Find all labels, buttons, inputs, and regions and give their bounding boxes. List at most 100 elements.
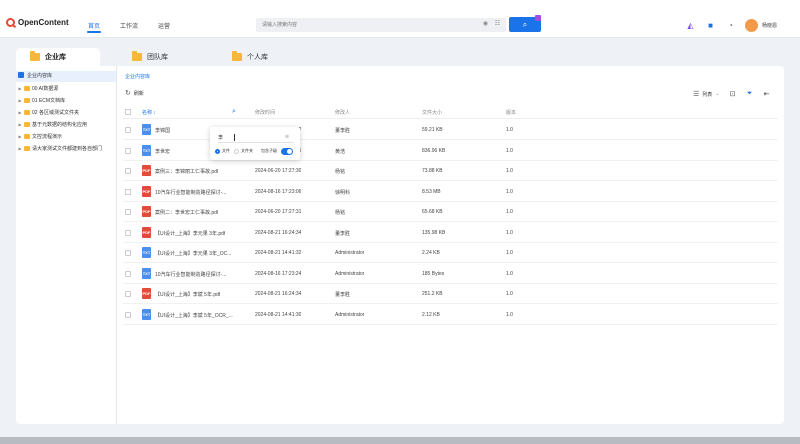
folder-icon bbox=[24, 146, 30, 151]
brand-logo[interactable]: OpenContent bbox=[6, 18, 69, 27]
folder-icon bbox=[132, 51, 142, 61]
caret-right-icon[interactable]: ▶ bbox=[16, 131, 24, 142]
table-row[interactable]: PDF 案例三：李锦丽工仁事故.pdf 2024-06-20 17:27:30 杨铭 7… bbox=[123, 161, 778, 181]
file-name[interactable]: 【UI设计_上海】李斌 5年_OCR_... bbox=[155, 312, 233, 319]
file-name[interactable]: 10汽车行业智能制造路径探讨-... bbox=[155, 189, 226, 196]
radio-folder-label[interactable]: 文件夹 bbox=[241, 148, 253, 154]
user-name[interactable]: 杨晓恩 bbox=[762, 22, 777, 29]
row-checkbox[interactable] bbox=[125, 291, 131, 297]
filter-icon[interactable]: ⏷ bbox=[746, 90, 754, 98]
row-checkbox[interactable] bbox=[125, 127, 131, 133]
name-search-input[interactable] bbox=[218, 132, 294, 143]
row-checkbox[interactable] bbox=[125, 229, 131, 236]
tab-label: 个人库 bbox=[247, 54, 268, 61]
tree-item-doc-control[interactable]: ▶ 文控流程演示 bbox=[16, 131, 116, 142]
modified-time: 2024-08-21 14:41:32 bbox=[255, 250, 302, 256]
pdf-file-icon: PDF bbox=[142, 206, 151, 217]
row-checkbox[interactable] bbox=[125, 311, 131, 318]
tree-item-label: 02 各区域测试文件夹 bbox=[32, 110, 79, 116]
column-modifier[interactable]: 修改人 bbox=[335, 109, 350, 116]
search-icon: ⌕ bbox=[522, 20, 528, 29]
include-subfolders-toggle[interactable] bbox=[281, 148, 293, 155]
file-name[interactable]: 李世宏 bbox=[155, 148, 170, 155]
text-file-icon: TXT bbox=[142, 308, 151, 320]
caret-right-icon[interactable]: ▶ bbox=[16, 95, 24, 106]
file-name[interactable]: 【UI设计_上海】李元果 3年_OC... bbox=[155, 250, 231, 257]
radio-file[interactable] bbox=[215, 149, 220, 154]
tree-item-label: 企业内容库 bbox=[27, 73, 53, 79]
text-file-icon: TXT bbox=[142, 144, 151, 156]
file-name[interactable]: 【UI设计_上海】李斌 5年.pdf bbox=[155, 291, 220, 298]
row-checkbox[interactable] bbox=[125, 270, 131, 277]
search-input[interactable] bbox=[262, 18, 462, 32]
chevron-down-icon[interactable]: ⌄ bbox=[715, 91, 719, 97]
app-grid-icon[interactable]: ■ bbox=[706, 21, 715, 30]
table-row[interactable]: PDF 案例二：李世宏工仁事故.pdf 2024-06-20 17:27:31 杨铭 6… bbox=[123, 202, 778, 222]
refresh-button[interactable]: ↻ 刷新 bbox=[125, 89, 144, 97]
caret-right-icon[interactable]: ▶ bbox=[16, 119, 24, 130]
caret-right-icon[interactable]: ▶ bbox=[16, 107, 24, 118]
row-checkbox[interactable] bbox=[125, 147, 131, 154]
tab-personal-library[interactable]: 个人库 bbox=[232, 48, 268, 66]
version: 1.0 bbox=[506, 209, 513, 215]
file-name[interactable]: 【UI设计_上海】李元果 3年.pdf bbox=[155, 230, 225, 237]
tree-item-label: 基于元数据的结构化应用 bbox=[32, 122, 88, 128]
tree-item-department-test[interactable]: ▶ 请大家测试文件都建到各自部门 bbox=[16, 143, 116, 154]
avatar[interactable] bbox=[745, 19, 758, 32]
version: 1.0 bbox=[506, 291, 513, 297]
tree-item-ecm[interactable]: ▶ 01 ECM文档库 bbox=[16, 95, 116, 106]
column-name[interactable]: 名称 ↕ bbox=[142, 109, 156, 116]
column-version[interactable]: 版本 bbox=[506, 109, 516, 116]
file-name[interactable]: 案例二：李世宏工仁事故.pdf bbox=[155, 209, 218, 216]
file-name[interactable]: 案例三：李锦丽工仁事故.pdf bbox=[155, 168, 218, 175]
nav-operations[interactable]: 运营 bbox=[158, 21, 170, 30]
view-controls: ☰ 列表 ⌄ ⊡ ⏷ ⇤ bbox=[693, 90, 771, 98]
file-name[interactable]: 李锦国 bbox=[155, 127, 170, 134]
filter-options-icon[interactable]: ☷ bbox=[494, 21, 501, 28]
view-mode-select[interactable]: 列表 bbox=[702, 91, 712, 98]
select-all-checkbox[interactable] bbox=[125, 109, 131, 115]
ai-assistant-icon[interactable]: ◭ bbox=[686, 21, 695, 30]
table-row[interactable]: PDF 10汽车行业智能制造路径探讨-... 2024-08-16 17:23:06… bbox=[123, 182, 778, 202]
search-button[interactable]: ⌕ bbox=[509, 15, 541, 32]
bell-icon[interactable]: ◔ bbox=[726, 21, 735, 30]
column-modified-time[interactable]: 修改时间 bbox=[255, 109, 275, 116]
window-bottom-edge bbox=[0, 437, 800, 444]
camera-icon[interactable]: ◉ bbox=[482, 21, 489, 28]
ai-badge-icon bbox=[535, 15, 541, 21]
top-right-actions: ◭ ■ ◔ 杨晓恩 bbox=[686, 19, 777, 32]
row-checkbox[interactable] bbox=[125, 188, 131, 195]
nav-workflow[interactable]: 工作流 bbox=[120, 21, 138, 30]
file-name[interactable]: 10汽车行业智能制造路径探讨-... bbox=[155, 271, 226, 278]
collapse-icon[interactable]: ⇤ bbox=[763, 90, 771, 98]
caret-right-icon[interactable]: ▶ bbox=[16, 83, 24, 94]
tree-item-ai-datasource[interactable]: ▶ 00 AI数据源 bbox=[16, 83, 116, 94]
table-row[interactable]: TXT 【UI设计_上海】李斌 5年_OCR_... 2024-08-21 14:4… bbox=[123, 305, 778, 325]
tab-enterprise-library[interactable]: 企业库 bbox=[16, 48, 100, 66]
radio-file-label[interactable]: 文件 bbox=[222, 148, 230, 154]
tree-item-metadata-app[interactable]: ▶ 基于元数据的结构化应用 bbox=[16, 119, 116, 130]
modifier: 杨铭 bbox=[335, 169, 346, 175]
radio-folder[interactable] bbox=[234, 149, 239, 154]
clear-icon[interactable]: ⊗ bbox=[285, 134, 289, 140]
search-icon[interactable]: ⌕ bbox=[232, 108, 236, 116]
row-checkbox[interactable] bbox=[125, 250, 131, 256]
caret-right-icon[interactable]: ▶ bbox=[16, 143, 24, 154]
tab-team-library[interactable]: 团队库 bbox=[132, 48, 168, 66]
table-row[interactable]: TXT 10汽车行业智能制造路径探讨-... 2024-08-16 17:23:24… bbox=[123, 264, 778, 284]
version: 1.0 bbox=[506, 229, 513, 236]
tree-item-region-test[interactable]: ▶ 02 各区域测试文件夹 bbox=[16, 107, 116, 118]
row-checkbox[interactable] bbox=[125, 209, 131, 215]
file-size: 135.98 KB bbox=[422, 229, 446, 236]
export-icon[interactable]: ⊡ bbox=[729, 90, 737, 98]
table-row[interactable]: TXT 【UI设计_上海】李元果 3年_OC... 2024-08-21 14:41… bbox=[123, 243, 778, 263]
nav-home[interactable]: 首页 bbox=[86, 21, 102, 33]
table-row[interactable]: PDF 【UI设计_上海】李斌 5年.pdf 2024-08-21 16:24:34… bbox=[123, 284, 778, 304]
column-size[interactable]: 文件大小 bbox=[422, 109, 442, 116]
breadcrumb[interactable]: 企业内容库 bbox=[125, 73, 150, 80]
row-checkbox[interactable] bbox=[125, 168, 131, 174]
library-panel: 企业内容库 ▶ 00 AI数据源 ▶ 01 ECM文档库 ▶ 02 各区域测试文件夹 … bbox=[16, 66, 784, 424]
table-row[interactable]: PDF 【UI设计_上海】李元果 3年.pdf 2024-08-21 16:24:3… bbox=[123, 223, 778, 243]
tree-item-root[interactable]: 企业内容库 bbox=[16, 71, 116, 82]
library-tabs: 企业库 团队库 个人库 bbox=[16, 48, 786, 66]
